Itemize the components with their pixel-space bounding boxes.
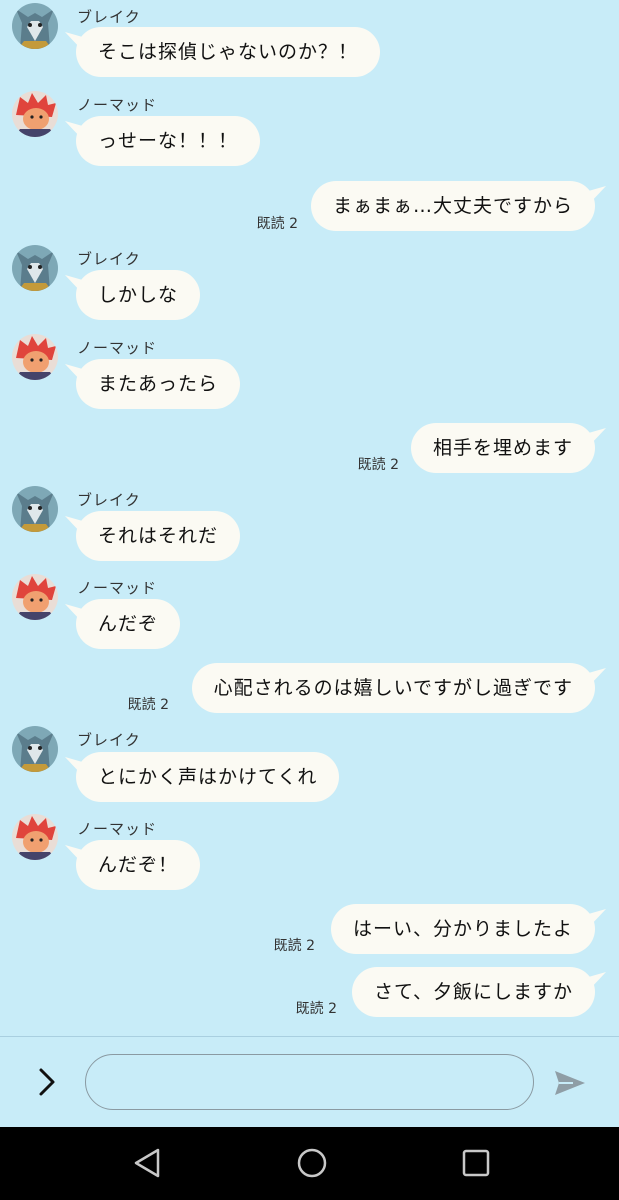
message-bubble[interactable]: 相手を埋めます <box>410 423 595 473</box>
message-bubble[interactable]: っせーな！！！ <box>76 116 261 166</box>
sender-name: ノーマッド <box>77 579 158 597</box>
read-receipt: 既読 2 <box>127 697 169 713</box>
wolf-avatar-icon[interactable] <box>12 245 58 291</box>
wolf-avatar-icon[interactable] <box>12 486 58 532</box>
sender-name: ノーマッド <box>77 96 158 114</box>
read-receipt: 既読 2 <box>256 216 298 232</box>
read-receipt: 既読 2 <box>357 457 399 473</box>
red-hair-avatar-icon[interactable] <box>12 574 58 620</box>
red-hair-avatar-icon[interactable] <box>12 814 58 860</box>
sender-name: ブレイク <box>77 731 141 749</box>
message-bubble[interactable]: とにかく声はかけてくれ <box>76 752 340 802</box>
chat-area[interactable]: ブレイク そこは探偵じゃないのか？！ ノーマッド っせーな！！！ 既読 2 まぁ… <box>0 0 619 1036</box>
circle-home-icon[interactable] <box>294 1145 330 1181</box>
red-hair-avatar-icon[interactable] <box>12 334 58 380</box>
message-bubble[interactable]: そこは探偵じゃないのか？！ <box>76 27 381 77</box>
sender-name: ノーマッド <box>77 339 158 357</box>
message-bubble[interactable]: さて、夕飯にしますか <box>351 967 595 1017</box>
message-bubble[interactable]: 心配されるのは嬉しいですがし過ぎです <box>191 663 595 713</box>
red-hair-avatar-icon[interactable] <box>12 91 58 137</box>
message-bubble[interactable]: しかしな <box>76 270 201 320</box>
message-bubble[interactable]: まぁまぁ…大丈夫ですから <box>310 181 595 231</box>
send-icon[interactable] <box>553 1068 587 1098</box>
message-bubble[interactable]: んだぞ <box>76 599 181 649</box>
message-bubble[interactable]: それはそれだ <box>76 511 241 561</box>
wolf-avatar-icon[interactable] <box>12 726 58 772</box>
read-receipt: 既読 2 <box>273 938 315 954</box>
message-input[interactable] <box>85 1054 534 1110</box>
read-receipt: 既読 2 <box>295 1001 337 1017</box>
triangle-back-icon[interactable] <box>130 1145 166 1181</box>
system-navigation-bar <box>0 1127 619 1200</box>
sender-name: ブレイク <box>77 250 141 268</box>
chevron-right-icon[interactable] <box>32 1065 62 1099</box>
square-recents-icon[interactable] <box>458 1145 494 1181</box>
message-bubble[interactable]: んだぞ！ <box>76 840 201 890</box>
message-input-bar <box>0 1036 619 1127</box>
message-bubble[interactable]: はーい、分かりましたよ <box>330 904 595 954</box>
sender-name: ノーマッド <box>77 820 158 838</box>
sender-name: ブレイク <box>77 491 141 509</box>
sender-name: ブレイク <box>77 8 141 26</box>
wolf-avatar-icon[interactable] <box>12 3 58 49</box>
message-bubble[interactable]: またあったら <box>76 359 241 409</box>
